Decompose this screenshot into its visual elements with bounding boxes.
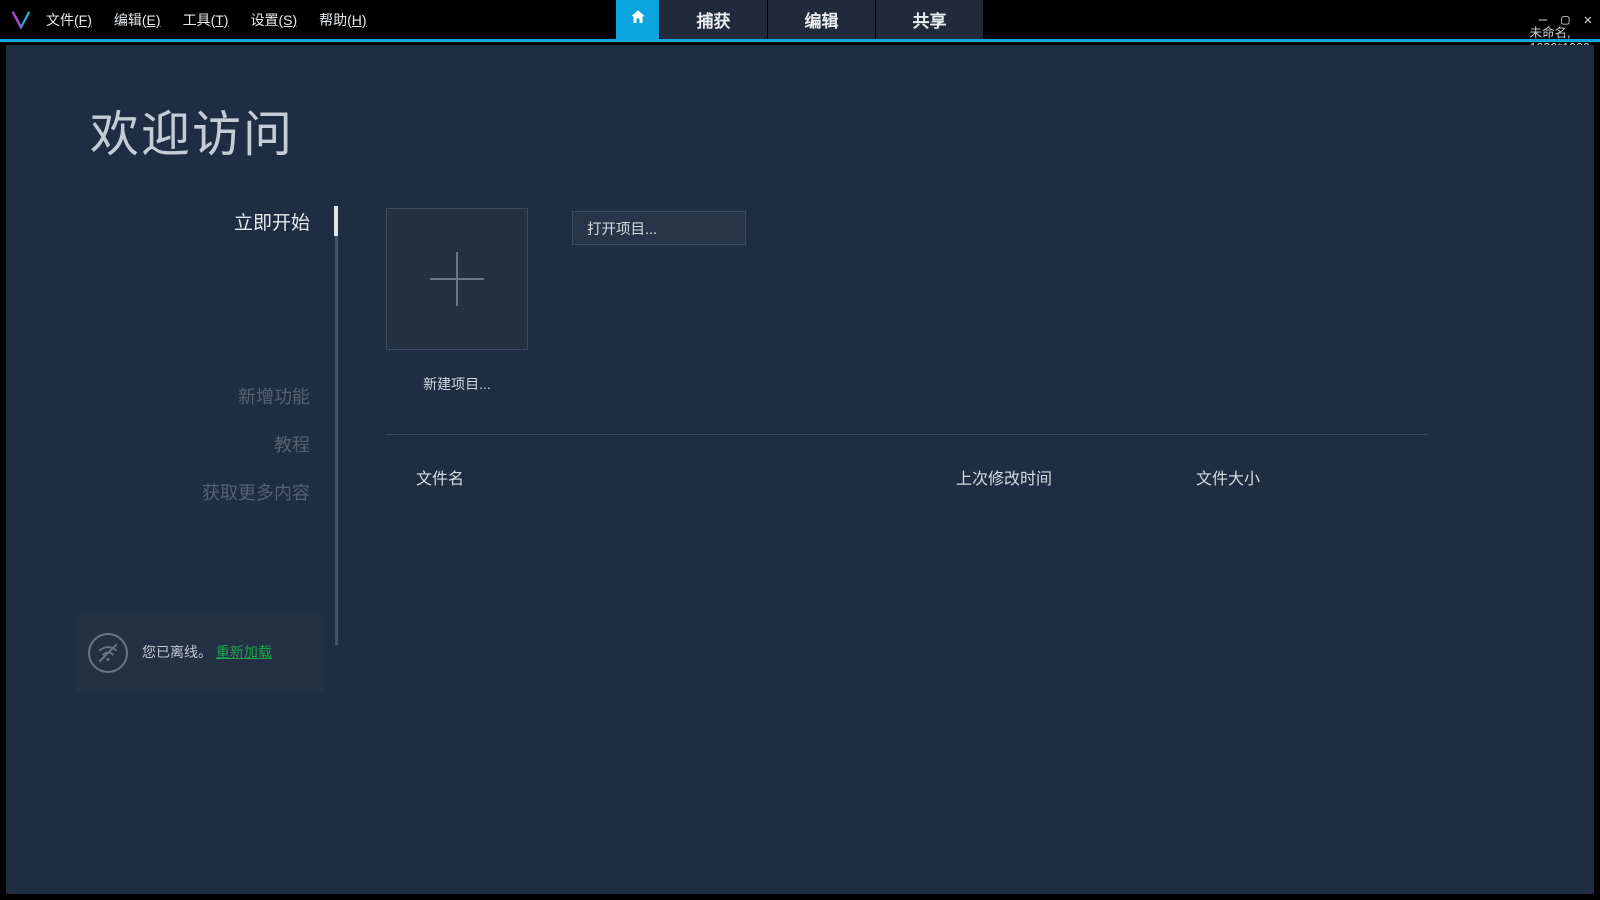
offline-notice: 您已离线。 重新加载 (76, 615, 324, 691)
menu-file[interactable]: 文件(F) (46, 10, 92, 30)
nav-get-more[interactable]: 获取更多内容 (202, 479, 310, 505)
new-project-tile[interactable]: 新建项目... (386, 208, 528, 394)
tab-share[interactable]: 共享 (876, 0, 984, 39)
home-icon (629, 8, 647, 31)
page-title: 欢迎访问 (90, 95, 294, 166)
title-bar: 文件(F) 编辑(E) 工具(T) 设置(S) 帮助(H) 捕获 编辑 共享 —… (0, 0, 1600, 42)
tab-home[interactable] (616, 0, 660, 39)
menu-edit[interactable]: 编辑(E) (114, 10, 161, 30)
column-modified[interactable]: 上次修改时间 (956, 465, 1196, 489)
menu-help[interactable]: 帮助(H) (319, 10, 366, 30)
side-divider (335, 208, 338, 645)
offline-text: 您已离线。 重新加载 (142, 643, 272, 663)
separator (386, 434, 1428, 435)
nav-whats-new[interactable]: 新增功能 (238, 383, 310, 409)
nav-tutorials[interactable]: 教程 (274, 431, 310, 457)
new-project-label: 新建项目... (423, 374, 491, 394)
app-logo-icon (10, 9, 32, 31)
column-filename[interactable]: 文件名 (386, 465, 956, 489)
menu-tools[interactable]: 工具(T) (183, 10, 229, 30)
plus-icon (430, 252, 484, 306)
menu-settings[interactable]: 设置(S) (250, 10, 297, 30)
content-area: 新建项目... 打开项目... 文件名 上次修改时间 文件大小 (386, 208, 1544, 489)
side-nav: 立即开始 新增功能 教程 获取更多内容 (76, 205, 338, 685)
column-size[interactable]: 文件大小 (1196, 465, 1356, 489)
open-project-button[interactable]: 打开项目... (572, 211, 746, 245)
new-project-box[interactable] (386, 208, 528, 350)
reload-link[interactable]: 重新加载 (216, 644, 272, 660)
side-divider-active (334, 206, 338, 236)
titlebar-right: — ▢ ✕ 未命名, 1920*1080 (1533, 0, 1592, 39)
menu-bar: 文件(F) 编辑(E) 工具(T) 设置(S) 帮助(H) (46, 10, 367, 30)
offline-icon (88, 633, 128, 673)
file-list-header: 文件名 上次修改时间 文件大小 (386, 465, 1428, 489)
main-area: 欢迎访问 立即开始 新增功能 教程 获取更多内容 您已离线。 重新加载 (6, 45, 1594, 894)
nav-start-now[interactable]: 立即开始 (234, 208, 310, 235)
tab-edit[interactable]: 编辑 (768, 0, 876, 39)
tab-capture[interactable]: 捕获 (660, 0, 768, 39)
mode-tabs: 捕获 编辑 共享 (616, 0, 984, 39)
